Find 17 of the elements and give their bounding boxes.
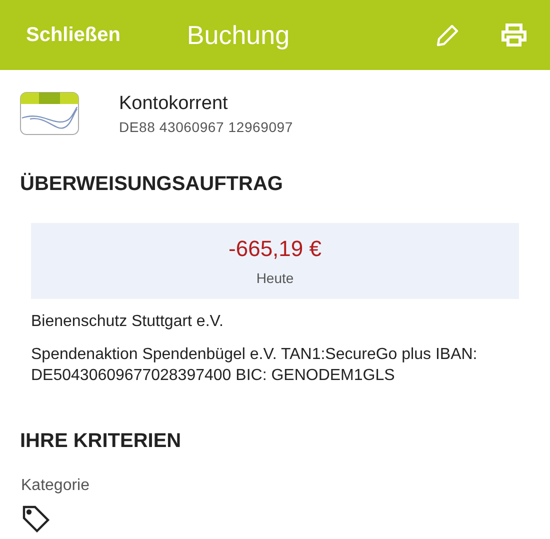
close-button[interactable]: Schließen [26,24,120,46]
amount: -665,19 € [228,236,322,262]
pencil-icon [436,23,460,47]
account-iban: DE88 43060967 12969097 [119,118,293,134]
category-label: Kategorie [20,477,90,495]
account-card-icon [20,92,79,135]
print-button[interactable] [500,23,528,47]
screen-title: Buchung [186,20,291,50]
recipient-name: Bienenschutz Stuttgart e.V. [30,312,224,332]
section-heading: ÜBERWEISUNGSAUFTRAG [19,173,284,196]
purpose-text: Spendenaktion Spendenbügel e.V. TAN1:SecureGo plus IBAN: DE50430609677028397400 BIC: GENODEM1GLS [30,345,478,386]
booking-date: Heute [256,270,294,286]
account-name: Kontokorrent [119,92,229,114]
tag-icon [22,505,50,533]
section-heading: IHRE KRITERIEN [19,430,182,453]
pencil-button[interactable] [436,23,460,47]
printer-icon [500,23,528,47]
